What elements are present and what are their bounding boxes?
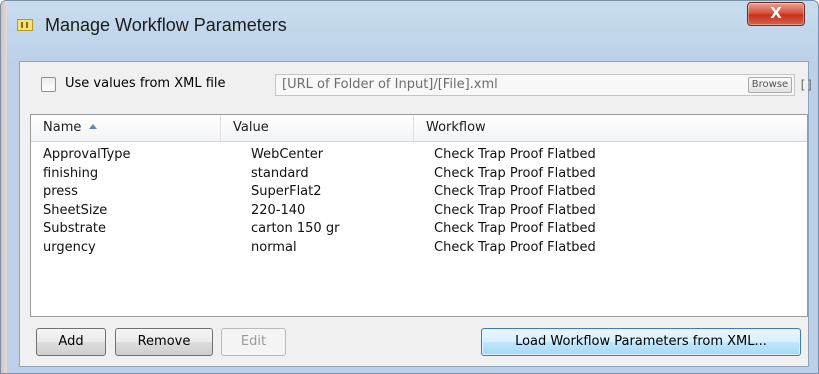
cell-workflow: Check Trap Proof Flatbed — [434, 165, 596, 181]
column-header-label: Name — [43, 120, 82, 135]
table-row[interactable]: ApprovalType WebCenter Check Trap Proof … — [31, 147, 807, 166]
title-bar[interactable]: Manage Workflow Parameters — [11, 15, 808, 43]
edit-button[interactable]: Edit — [221, 328, 286, 356]
table-row[interactable]: SheetSize 220-140 Check Trap Proof Flatb… — [31, 203, 807, 222]
table-body: ApprovalType WebCenter Check Trap Proof … — [31, 147, 807, 258]
table-row[interactable]: press SuperFlat2 Check Trap Proof Flatbe… — [31, 184, 807, 203]
cell-value: 220-140 — [251, 202, 306, 218]
cell-value: normal — [251, 239, 297, 255]
table-row[interactable]: urgency normal Check Trap Proof Flatbed — [31, 240, 807, 259]
window-title: Manage Workflow Parameters — [45, 15, 287, 35]
cell-workflow: Check Trap Proof Flatbed — [434, 221, 596, 236]
column-header-label: Workflow — [426, 120, 486, 135]
window-left-edge — [1, 1, 7, 373]
remove-button[interactable]: Remove — [115, 328, 213, 356]
sort-ascending-icon — [89, 124, 98, 129]
cell-workflow: Check Trap Proof Flatbed — [434, 184, 596, 199]
table-row[interactable]: finishing standard Check Trap Proof Flat… — [31, 166, 807, 185]
load-xml-parameters-button[interactable]: Load Workflow Parameters from XML... — [481, 328, 801, 356]
column-header-workflow[interactable]: Workflow — [414, 115, 807, 141]
parameter-bracket-button[interactable]: [] — [799, 78, 813, 92]
xml-path-value: [URL of Folder of Input]/[File].xml — [282, 77, 498, 92]
column-header-value[interactable]: Value — [221, 115, 414, 141]
column-header-label: Value — [233, 120, 269, 135]
cell-name: urgency — [43, 239, 96, 255]
use-xml-label[interactable]: Use values from XML file — [65, 76, 226, 91]
cell-value: SuperFlat2 — [251, 184, 322, 199]
add-button[interactable]: Add — [36, 328, 106, 356]
cell-workflow: Check Trap Proof Flatbed — [434, 239, 596, 255]
cell-value: carton 150 gr — [251, 221, 340, 236]
cell-name: finishing — [43, 165, 99, 181]
close-button[interactable]: X — [747, 2, 805, 26]
parameters-table: Name Value Workflow ApprovalType WebCent… — [30, 114, 808, 317]
xml-path-field[interactable]: [URL of Folder of Input]/[File].xml Brow… — [275, 74, 795, 96]
cell-name: press — [43, 184, 78, 199]
app-icon — [17, 19, 33, 31]
cell-name: ApprovalType — [43, 147, 131, 162]
dialog-window: Manage Workflow Parameters X Use values … — [0, 0, 819, 374]
xml-source-row: Use values from XML file [URL of Folder … — [21, 66, 813, 104]
browse-button[interactable]: Browse — [748, 77, 792, 93]
table-row[interactable]: Substrate carton 150 gr Check Trap Proof… — [31, 221, 807, 240]
cell-workflow: Check Trap Proof Flatbed — [434, 147, 596, 162]
cell-name: SheetSize — [43, 202, 108, 218]
cell-value: standard — [251, 165, 309, 181]
cell-workflow: Check Trap Proof Flatbed — [434, 202, 596, 218]
cell-name: Substrate — [43, 221, 107, 236]
table-header: Name Value Workflow — [31, 115, 807, 142]
use-xml-checkbox[interactable] — [41, 77, 56, 92]
cell-value: WebCenter — [251, 147, 324, 162]
column-header-name[interactable]: Name — [31, 115, 221, 141]
